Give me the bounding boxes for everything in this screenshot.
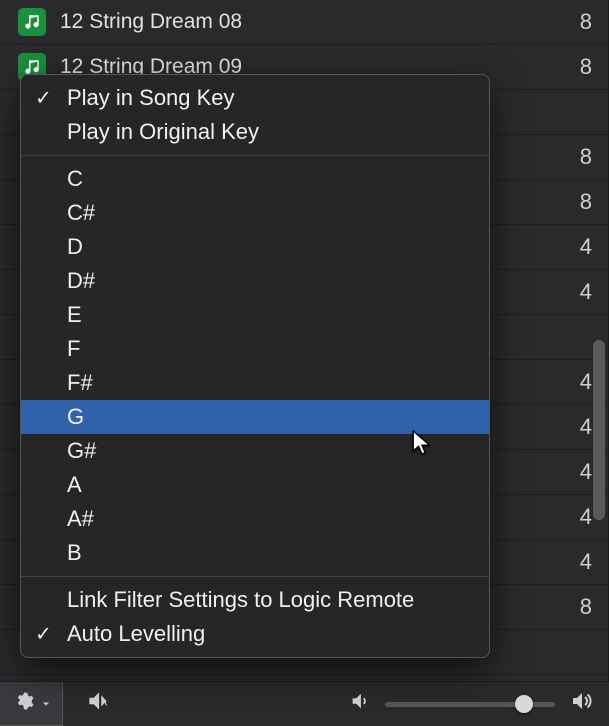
- checkmark-icon: ✓: [35, 622, 52, 647]
- menu-item-label: Link Filter Settings to Logic Remote: [67, 587, 414, 613]
- footer-toolbar: [0, 681, 609, 726]
- menu-item-label: A: [67, 472, 82, 498]
- menu-item-label: Play in Song Key: [67, 85, 235, 111]
- scrollbar[interactable]: [593, 0, 607, 681]
- menu-item-key[interactable]: A#: [21, 502, 489, 536]
- menu-item-key[interactable]: D: [21, 230, 489, 264]
- menu-item-key[interactable]: E: [21, 298, 489, 332]
- menu-item-key[interactable]: A: [21, 468, 489, 502]
- loop-beats-count: 8: [552, 189, 592, 215]
- menu-item-label: C#: [67, 200, 95, 226]
- gear-icon: [14, 691, 34, 717]
- loop-beats-count: 8: [552, 594, 592, 620]
- music-note-icon: [18, 8, 46, 36]
- menu-item-label: Auto Levelling: [67, 621, 205, 647]
- loop-beats-count: 4: [552, 369, 592, 395]
- loop-beats-count: 4: [552, 459, 592, 485]
- preview-volume-slider[interactable]: [385, 702, 555, 707]
- chevron-down-icon: [40, 692, 52, 716]
- menu-item-key[interactable]: C: [21, 162, 489, 196]
- loop-beats-count: 4: [552, 504, 592, 530]
- volume-high-icon: [569, 689, 593, 719]
- menu-item-play-mode[interactable]: Play in Original Key: [21, 115, 489, 149]
- loop-beats-count: 4: [552, 279, 592, 305]
- menu-item-label: D#: [67, 268, 95, 294]
- menu-item-label: Play in Original Key: [67, 119, 259, 145]
- loop-beats-count: 8: [552, 9, 592, 35]
- loop-beats-count: 8: [552, 144, 592, 170]
- scrollbar-thumb[interactable]: [593, 340, 605, 520]
- loop-name: 12 String Dream 08: [60, 10, 242, 34]
- menu-item-label: F#: [67, 370, 93, 396]
- menu-item-key[interactable]: C#: [21, 196, 489, 230]
- menu-item-label: F: [67, 336, 80, 362]
- loop-beats-count: 8: [552, 54, 592, 80]
- key-context-menu: ✓ Play in Song Key Play in Original Key C C#…: [20, 74, 490, 658]
- menu-item-key[interactable]: B: [21, 536, 489, 570]
- preview-play-button[interactable]: [85, 688, 111, 720]
- menu-item-label: E: [67, 302, 82, 328]
- loop-row[interactable]: 12 String Dream 08 8: [0, 0, 608, 45]
- menu-item-label: G: [67, 404, 84, 430]
- slider-knob[interactable]: [515, 695, 533, 713]
- menu-item-key[interactable]: G#: [21, 434, 489, 468]
- loop-beats-count: 4: [552, 234, 592, 260]
- menu-item-key[interactable]: F#: [21, 366, 489, 400]
- menu-item-label: B: [67, 540, 82, 566]
- menu-item-play-mode[interactable]: ✓ Play in Song Key: [21, 81, 489, 115]
- menu-item-label: G#: [67, 438, 96, 464]
- menu-item-key[interactable]: G: [21, 400, 489, 434]
- menu-item-key[interactable]: F: [21, 332, 489, 366]
- menu-item-label: D: [67, 234, 83, 260]
- menu-item-option[interactable]: ✓ Auto Levelling: [21, 617, 489, 651]
- menu-item-label: C: [67, 166, 83, 192]
- settings-menu-button[interactable]: [0, 682, 63, 726]
- loop-beats-count: 4: [552, 549, 592, 575]
- menu-item-key[interactable]: D#: [21, 264, 489, 298]
- loop-beats-count: 4: [552, 414, 592, 440]
- menu-item-option[interactable]: Link Filter Settings to Logic Remote: [21, 583, 489, 617]
- volume-low-icon: [349, 690, 371, 718]
- checkmark-icon: ✓: [35, 86, 52, 111]
- menu-item-label: A#: [67, 506, 94, 532]
